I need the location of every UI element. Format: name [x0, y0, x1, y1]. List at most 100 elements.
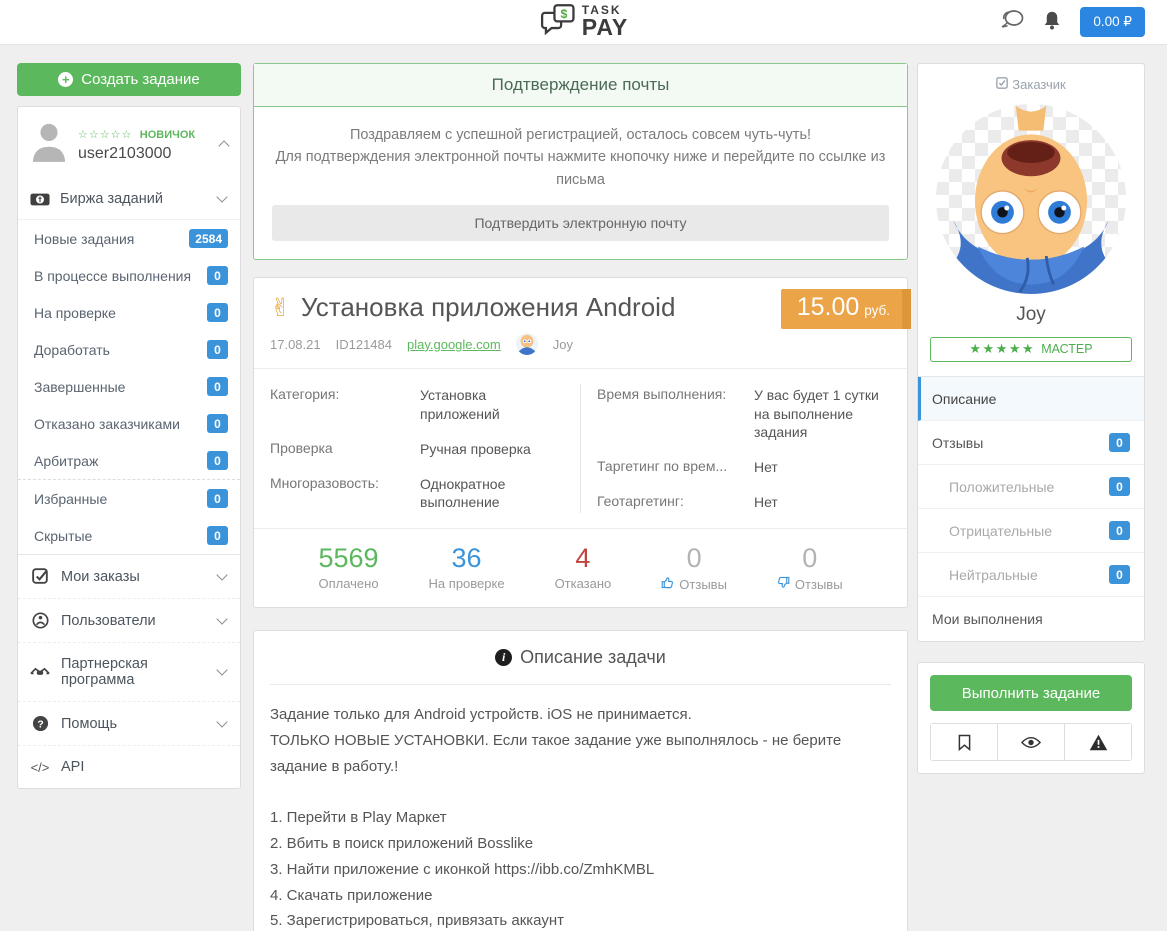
rank-label: МАСТЕР: [1041, 342, 1092, 356]
user-avatar-placeholder: [30, 120, 68, 167]
sidebar-status-item[interactable]: Новые задания 2584: [18, 220, 240, 257]
tab-description[interactable]: Описание: [918, 377, 1144, 421]
reviews-count-badge: 0: [1109, 433, 1130, 452]
sidebar-status-item[interactable]: На проверке 0: [18, 294, 240, 331]
author-mini-avatar[interactable]: [516, 333, 538, 355]
task-target-link[interactable]: play.google.com: [407, 337, 501, 352]
description-text: Задание только для Android устройств. iO…: [254, 685, 907, 931]
tab-positive-reviews[interactable]: Положительные 0: [918, 465, 1144, 509]
bookmark-button[interactable]: [931, 724, 998, 760]
my-orders-label: Мои заказы: [61, 569, 140, 585]
price-value: 15.00: [797, 293, 860, 322]
logo-text-pay: PAY: [582, 16, 628, 39]
negative-count-badge: 0: [1109, 521, 1130, 540]
status-item-label: Отказано заказчиками: [34, 416, 180, 432]
money-icon: [30, 193, 50, 206]
sidebar-item-api[interactable]: </> API: [18, 745, 240, 788]
detail-label: Время выполнения:: [597, 386, 754, 441]
api-label: API: [61, 759, 84, 775]
create-task-label: Создать задание: [81, 71, 200, 88]
neutral-count-badge: 0: [1109, 565, 1130, 584]
task-title-text: Установка приложения Android: [301, 292, 675, 323]
top-header: $ TASK PAY 0.00 ₽: [0, 0, 1167, 45]
sidebar-filter-item[interactable]: Скрытые 0: [18, 517, 240, 554]
sidebar-item-my-orders[interactable]: Мои заказы: [18, 555, 240, 598]
chevron-up-icon: [218, 140, 229, 151]
confirm-email-button[interactable]: Подтвердить электронную почту: [272, 205, 889, 241]
messages-icon[interactable]: [999, 10, 1024, 35]
status-item-label: Новые задания: [34, 231, 134, 247]
create-task-button[interactable]: + Создать задание: [17, 63, 241, 96]
chevron-down-icon: [216, 191, 227, 202]
user-rating-stars: ☆☆☆☆☆: [78, 129, 132, 141]
user-name: user2103000: [78, 145, 210, 163]
taskpay-logo[interactable]: $ TASK PAY: [539, 3, 628, 41]
sidebar-filter-item[interactable]: Избранные 0: [18, 480, 240, 517]
price-currency: руб.: [864, 303, 890, 318]
tab-neutral-reviews[interactable]: Нейтральные 0: [918, 553, 1144, 597]
stat-positive-reviews: 0 Отзывы: [661, 542, 727, 592]
sidebar-status-item[interactable]: В процессе выполнения 0: [18, 257, 240, 294]
svg-text:$: $: [560, 7, 567, 21]
sidebar-item-exchange[interactable]: Биржа заданий: [18, 179, 240, 219]
task-author-name[interactable]: Joy: [553, 337, 573, 352]
status-item-label: Доработать: [34, 342, 110, 358]
sidebar-user-block[interactable]: ☆☆☆☆☆ НОВИЧОК user2103000: [18, 107, 240, 179]
sidebar-item-partner-program[interactable]: Партнерская программа: [18, 642, 240, 701]
exchange-label: Биржа заданий: [60, 191, 163, 207]
task-filter-list: Избранные 0 Скрытые 0: [18, 479, 240, 554]
confirmation-text-line2: Для подтверждения электронной почты нажм…: [272, 146, 889, 191]
task-id: ID121484: [336, 337, 392, 352]
task-status-list: Новые задания 2584 В процессе выполнения…: [18, 219, 240, 479]
bookmark-icon: [958, 734, 971, 751]
customer-tabs: Описание Отзывы 0 Положительные 0 Отрица…: [918, 376, 1144, 641]
sidebar-status-item[interactable]: Отказано заказчиками 0: [18, 405, 240, 442]
handshake-icon: [30, 666, 50, 679]
status-count-badge: 0: [207, 451, 228, 470]
status-count-badge: 0: [207, 414, 228, 433]
rank-stars: ★★★★★: [969, 341, 1035, 356]
status-item-label: На проверке: [34, 305, 116, 321]
filter-item-label: Избранные: [34, 491, 107, 507]
customer-panel: Заказчик: [917, 63, 1145, 642]
balance-button[interactable]: 0.00 ₽: [1080, 7, 1145, 37]
notifications-bell-icon[interactable]: [1043, 10, 1061, 35]
email-confirmation-panel: Подтверждение почты Поздравляем с успешн…: [253, 63, 908, 260]
detail-label: Многоразовость:: [270, 475, 420, 511]
customer-role: Заказчик: [918, 64, 1144, 96]
hide-task-button[interactable]: [998, 724, 1065, 760]
detail-label: Проверка: [270, 440, 420, 458]
customer-name: Joy: [918, 296, 1144, 337]
detail-value: Однократное выполнение: [420, 475, 564, 511]
victory-hand-icon: ✌: [270, 293, 291, 323]
perform-task-button[interactable]: Выполнить задание: [930, 675, 1132, 711]
detail-label: Категория:: [270, 386, 420, 422]
detail-label: Геотаргетинг:: [597, 493, 754, 511]
sidebar-status-item[interactable]: Завершенные 0: [18, 368, 240, 405]
tab-reviews[interactable]: Отзывы 0: [918, 421, 1144, 465]
sidebar-status-item[interactable]: Доработать 0: [18, 331, 240, 368]
sidebar-item-help[interactable]: ? Помощь: [18, 701, 240, 745]
info-icon: i: [495, 649, 512, 666]
chevron-down-icon: [216, 613, 227, 624]
code-icon: </>: [30, 760, 50, 775]
thumbs-up-icon: [661, 576, 674, 592]
status-item-label: Завершенные: [34, 379, 125, 395]
stat-on-review: 36 На проверке: [429, 542, 505, 592]
task-title: ✌ Установка приложения Android: [270, 292, 737, 323]
status-item-label: В процессе выполнения: [34, 268, 191, 284]
customer-avatar[interactable]: [936, 104, 1126, 294]
detail-value: У вас будет 1 сутки на выполнение задани…: [754, 386, 891, 441]
user-rank-label: НОВИЧОК: [140, 129, 195, 141]
tab-negative-reviews[interactable]: Отрицательные 0: [918, 509, 1144, 553]
status-count-badge: 0: [207, 377, 228, 396]
user-circle-icon: [30, 612, 50, 629]
stat-paid: 5569 Оплачено: [318, 542, 378, 592]
description-title: Описание задачи: [520, 647, 666, 668]
sidebar-status-item[interactable]: Арбитраж 0: [18, 442, 240, 479]
sidebar-menu: ☆☆☆☆☆ НОВИЧОК user2103000 Биржа заданий: [17, 106, 241, 789]
tab-my-executions[interactable]: Мои выполнения: [918, 597, 1144, 641]
status-count-badge: 2584: [189, 229, 228, 248]
sidebar-item-users[interactable]: Пользователи: [18, 598, 240, 642]
report-task-button[interactable]: [1065, 724, 1131, 760]
